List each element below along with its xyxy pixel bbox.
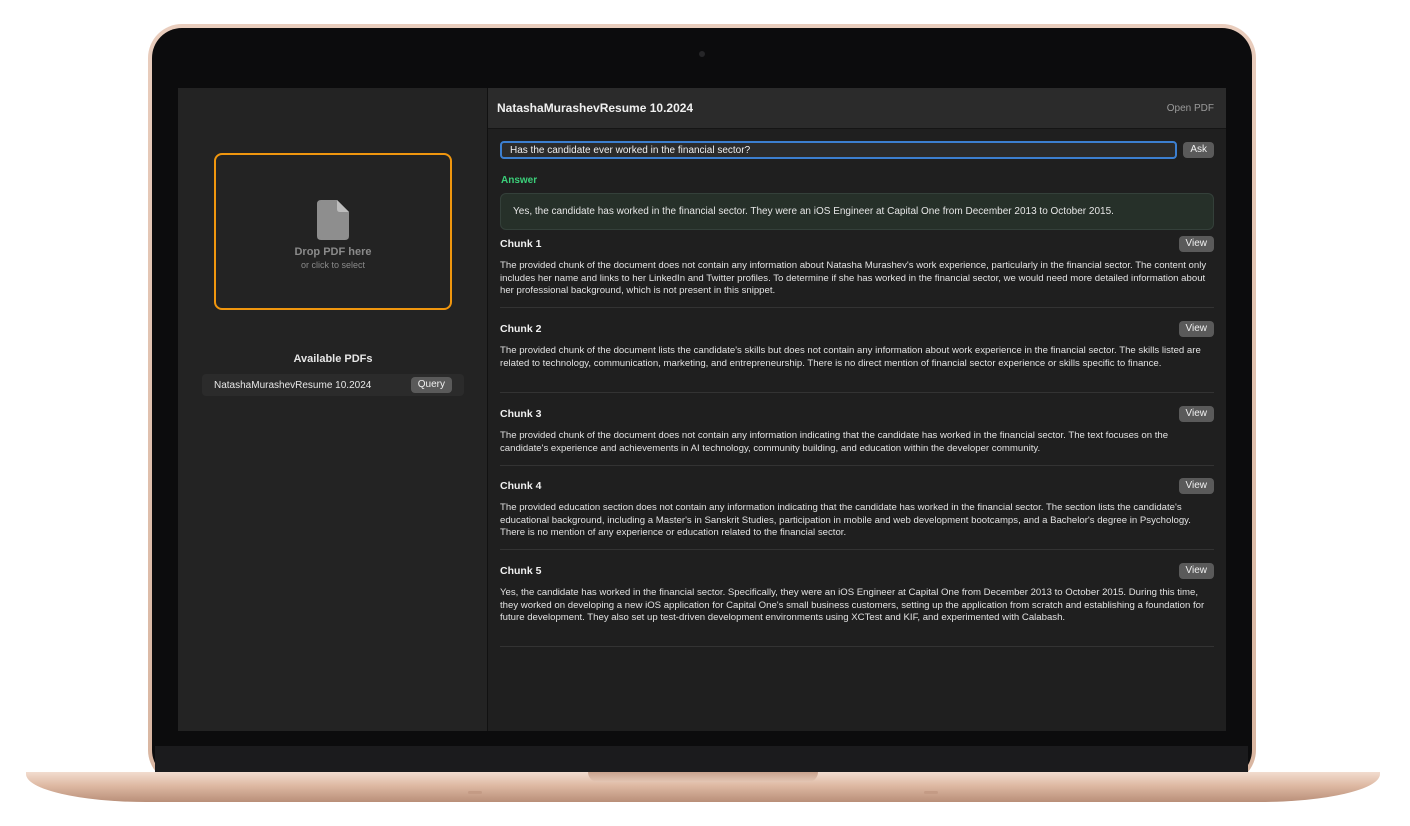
- laptop-foot: [468, 791, 482, 794]
- view-chunk-button[interactable]: View: [1178, 406, 1214, 422]
- app-window: Drop PDF here or click to select Availab…: [178, 88, 1226, 731]
- pdf-name: NatashaMurashevResume 10.2024: [214, 379, 372, 391]
- chunk-card: Chunk 1 View The provided chunk of the d…: [500, 236, 1214, 308]
- answer-box: Yes, the candidate has worked in the fin…: [500, 193, 1214, 230]
- screen-chin: [155, 746, 1248, 772]
- laptop-foot: [924, 791, 938, 794]
- chunk-title: Chunk 5: [500, 565, 542, 577]
- chunk-card: Chunk 3 View The provided chunk of the d…: [500, 406, 1214, 466]
- open-pdf-button[interactable]: Open PDF: [1167, 103, 1214, 114]
- answer-text: Yes, the candidate has worked in the fin…: [513, 206, 1114, 217]
- dropzone-subtitle: or click to select: [300, 259, 366, 270]
- chunk-text: Yes, the candidate has worked in the fin…: [500, 587, 1205, 624]
- view-chunk-button[interactable]: View: [1178, 478, 1214, 494]
- document-icon: [317, 199, 349, 240]
- laptop-hinge-notch: [588, 772, 818, 782]
- dropzone-title: Drop PDF here: [294, 245, 372, 258]
- chunk-title: Chunk 1: [500, 238, 542, 250]
- view-chunk-button[interactable]: View: [1178, 321, 1214, 337]
- chunk-text: The provided chunk of the document does …: [500, 430, 1169, 454]
- camera-icon: [699, 51, 705, 57]
- main-panel: NatashaMurashevResume 10.2024 Open PDF A…: [488, 88, 1226, 731]
- chunk-title: Chunk 2: [500, 323, 542, 335]
- pdf-list-item: NatashaMurashevResume 10.2024 Query: [202, 374, 464, 396]
- sidebar: Drop PDF here or click to select Availab…: [178, 88, 488, 731]
- query-button[interactable]: Query: [410, 377, 452, 393]
- chunk-title: Chunk 4: [500, 480, 542, 492]
- view-chunk-button[interactable]: View: [1178, 236, 1214, 252]
- answer-label: Answer: [501, 175, 538, 186]
- chunk-card: Chunk 4 View The provided education sect…: [500, 478, 1214, 550]
- document-title: NatashaMurashevResume 10.2024: [497, 101, 694, 115]
- chunk-text: The provided chunk of the document does …: [500, 260, 1207, 297]
- pdf-dropzone[interactable]: Drop PDF here or click to select: [214, 153, 452, 310]
- chunk-card: Chunk 2 View The provided chunk of the d…: [500, 321, 1214, 393]
- ask-button[interactable]: Ask: [1183, 142, 1214, 158]
- chunk-text: The provided education section does not …: [500, 502, 1191, 539]
- document-header: NatashaMurashevResume 10.2024 Open PDF: [488, 88, 1226, 129]
- chunk-text: The provided chunk of the document lists…: [500, 345, 1201, 369]
- view-chunk-button[interactable]: View: [1178, 563, 1214, 579]
- available-pdfs-heading: Available PDFs: [293, 353, 373, 365]
- question-input[interactable]: [500, 141, 1178, 159]
- chunk-card: Chunk 5 View Yes, the candidate has work…: [500, 563, 1214, 647]
- query-row: Ask: [500, 141, 1214, 159]
- chunk-title: Chunk 3: [500, 408, 542, 420]
